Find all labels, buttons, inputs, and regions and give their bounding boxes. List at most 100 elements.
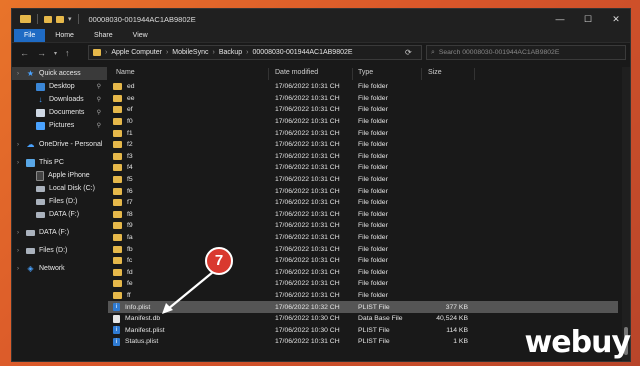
chevron-right-icon: › (212, 49, 215, 56)
nav-item[interactable]: Local Disk (C:) (12, 182, 107, 195)
file-row[interactable]: fa 17/06/2022 10:31 CH File folder (108, 232, 618, 244)
file-list: Name Date modified Type Size ed 17/06/202… (108, 67, 618, 361)
nav-item-label: DATA (F:) (39, 229, 70, 236)
file-row[interactable]: fc 17/06/2022 10:31 CH File folder (108, 255, 618, 267)
folder-icon (113, 152, 122, 160)
file-row[interactable]: f5 17/06/2022 10:31 CH File folder (108, 174, 618, 186)
tab-home[interactable]: Home (45, 29, 84, 42)
customize-toolbar-icon[interactable]: ▾ (68, 15, 72, 23)
expand-chevron-icon[interactable]: › (14, 248, 22, 254)
properties-icon[interactable] (44, 15, 52, 23)
tab-view[interactable]: View (123, 29, 158, 42)
nav-item[interactable]: Files (D:) (12, 195, 107, 208)
file-type: File folder (358, 268, 388, 276)
back-arrow-icon[interactable]: ← (20, 48, 29, 60)
column-divider[interactable] (352, 68, 353, 80)
file-size: 1 KB (453, 338, 468, 346)
vertical-scrollbar[interactable] (622, 67, 630, 361)
file-row[interactable]: f3 17/06/2022 10:31 CH File folder (108, 151, 618, 163)
expand-chevron-icon[interactable]: › (14, 160, 22, 166)
file-row[interactable]: ef 17/06/2022 10:31 CH File folder (108, 104, 618, 116)
file-row[interactable]: ed 17/06/2022 10:31 CH File folder (108, 81, 618, 93)
folder-icon (113, 234, 122, 242)
file-row[interactable]: f0 17/06/2022 10:31 CH File folder (108, 116, 618, 128)
column-divider[interactable] (268, 68, 269, 80)
file-row[interactable]: f8 17/06/2022 10:31 CH File folder (108, 209, 618, 221)
recent-chevron-icon[interactable]: ▾ (54, 48, 57, 60)
expand-chevron-icon[interactable]: › (14, 266, 22, 272)
search-box[interactable]: ⌕ Search 00008030-001944AC1AB9802E (426, 45, 626, 60)
nav-item[interactable]: › This PC (12, 156, 107, 169)
column-divider[interactable] (474, 68, 475, 80)
expand-chevron-icon[interactable]: › (14, 230, 22, 236)
nav-item[interactable]: › ☁ OneDrive - Personal (12, 138, 107, 151)
folder-icon (113, 257, 122, 265)
file-type: PLIST File (358, 303, 390, 311)
nav-item[interactable]: Pictures ⚲ (12, 119, 107, 132)
separator (37, 14, 38, 24)
column-name[interactable]: Name (116, 69, 135, 76)
breadcrumb-backup[interactable]: Backup (219, 49, 242, 56)
file-row[interactable]: f4 17/06/2022 10:31 CH File folder (108, 162, 618, 174)
file-name: ed (127, 83, 135, 91)
nav-item[interactable]: › DATA (F:) (12, 226, 107, 239)
column-date-modified[interactable]: Date modified (275, 69, 318, 76)
nav-item[interactable]: › Files (D:) (12, 244, 107, 257)
file-date: 17/06/2022 10:31 CH (275, 187, 340, 195)
breadcrumb-mobilesync[interactable]: MobileSync (172, 49, 208, 56)
nav-item[interactable]: › ◈ Network (12, 262, 107, 275)
nav-item-label: Files (D:) (49, 198, 78, 205)
file-row[interactable]: f1 17/06/2022 10:31 CH File folder (108, 127, 618, 139)
maximize-button[interactable]: ☐ (574, 9, 602, 29)
address-bar[interactable]: › Apple Computer › MobileSync › Backup ›… (88, 45, 422, 60)
desktop-icon (36, 82, 45, 91)
expand-chevron-icon[interactable]: › (14, 142, 22, 148)
file-date: 17/06/2022 10:31 CH (275, 176, 340, 184)
nav-item[interactable]: DATA (F:) (12, 208, 107, 221)
chevron-right-icon: › (165, 49, 169, 56)
up-arrow-icon[interactable]: ↑ (65, 48, 70, 60)
file-row[interactable]: f7 17/06/2022 10:31 CH File folder (108, 197, 618, 209)
file-row[interactable]: fe 17/06/2022 10:31 CH File folder (108, 278, 618, 290)
file-name-cell: f5 (113, 176, 133, 184)
nav-item[interactable]: Apple iPhone (12, 169, 107, 182)
close-button[interactable]: ✕ (602, 9, 630, 29)
nav-item[interactable]: Desktop ⚲ (12, 80, 107, 93)
minimize-button[interactable]: — (546, 9, 574, 29)
column-type[interactable]: Type (358, 69, 373, 76)
column-size[interactable]: Size (428, 69, 442, 76)
file-type: File folder (358, 187, 388, 195)
column-divider[interactable] (421, 68, 422, 80)
file-row[interactable]: f6 17/06/2022 10:31 CH File folder (108, 185, 618, 197)
file-row[interactable]: fb 17/06/2022 10:31 CH File folder (108, 243, 618, 255)
nav-item[interactable]: ↓ Downloads ⚲ (12, 93, 107, 106)
new-folder-icon[interactable] (56, 15, 64, 23)
forward-arrow-icon[interactable]: → (37, 48, 46, 60)
breadcrumb-apple-computer[interactable]: Apple Computer (111, 49, 162, 56)
breadcrumb-current-folder[interactable]: 00008030-001944AC1AB9802E (253, 49, 353, 56)
file-row[interactable]: ff 17/06/2022 10:31 CH File folder (108, 290, 618, 302)
file-row[interactable]: f9 17/06/2022 10:31 CH File folder (108, 220, 618, 232)
file-row[interactable]: fd 17/06/2022 10:31 CH File folder (108, 267, 618, 279)
tab-share[interactable]: Share (84, 29, 123, 42)
nav-item[interactable]: Documents ⚲ (12, 106, 107, 119)
expand-chevron-icon[interactable]: › (14, 71, 22, 77)
nav-item[interactable]: › ★ Quick access (12, 67, 107, 80)
file-type: File folder (358, 210, 388, 218)
tab-file[interactable]: File (14, 29, 46, 42)
file-row[interactable]: Manifest.db 17/06/2022 10:30 CH Data Base … (108, 313, 618, 325)
file-row[interactable]: f2 17/06/2022 10:31 CH File folder (108, 139, 618, 151)
pc-icon (26, 158, 35, 167)
pin-icon: ⚲ (96, 84, 101, 90)
file-name-cell: f7 (113, 199, 133, 207)
file-type: File folder (358, 129, 388, 137)
folder-icon (93, 49, 101, 56)
file-row[interactable]: i Info.plist 17/06/2022 10:32 CH PLIST File… (108, 301, 618, 313)
file-name: f3 (127, 152, 133, 160)
refresh-icon[interactable]: ⟳ (405, 45, 412, 60)
file-name-cell: i Status.plist (113, 337, 158, 346)
file-name-cell: f6 (113, 187, 133, 195)
plist-file-icon: i (113, 337, 120, 346)
file-row[interactable]: ee 17/06/2022 10:31 CH File folder (108, 93, 618, 105)
database-file-icon (113, 314, 120, 323)
